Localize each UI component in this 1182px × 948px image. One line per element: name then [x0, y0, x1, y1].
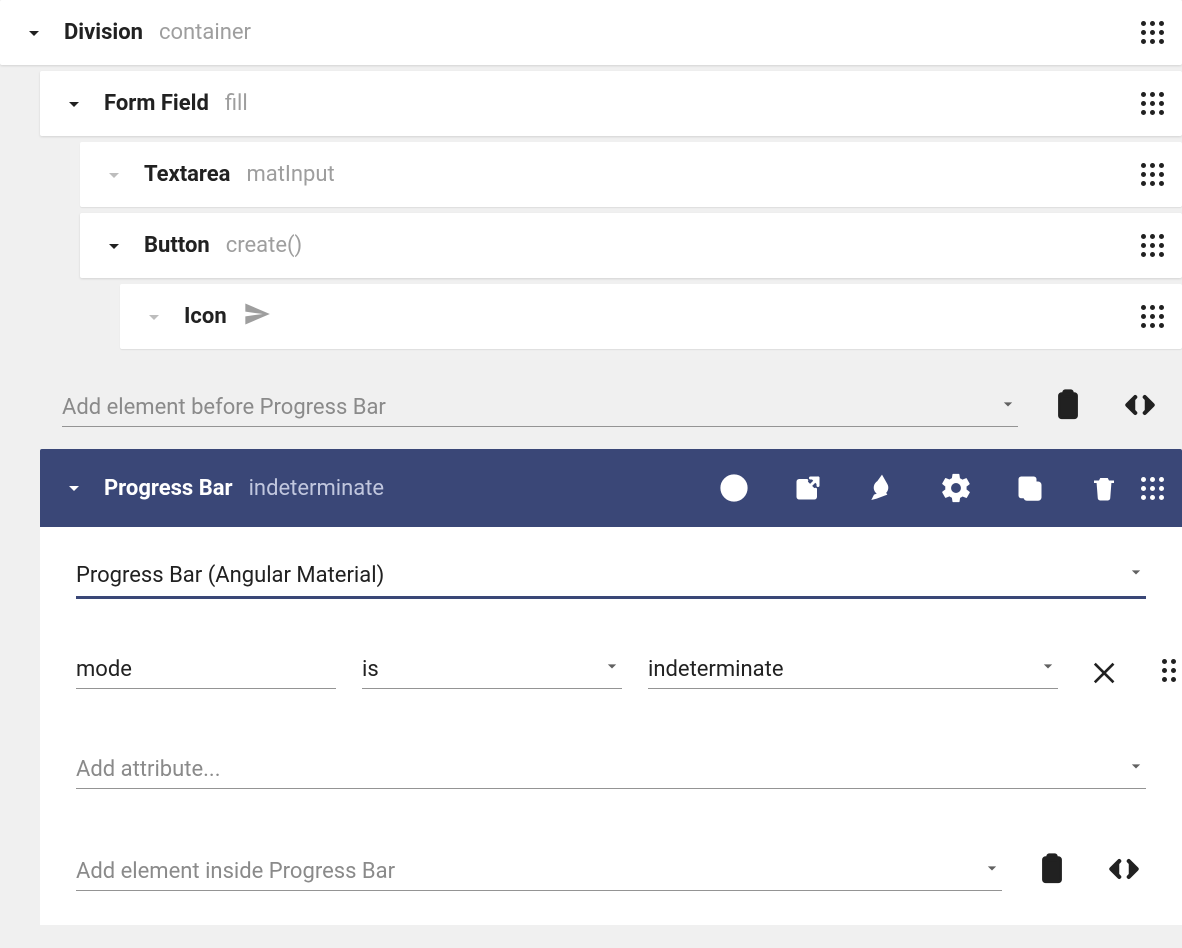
copy-button[interactable]	[1008, 466, 1052, 510]
node-subtitle: container	[159, 20, 251, 45]
node-textarea[interactable]: Textarea matInput	[80, 142, 1182, 207]
remove-attribute-button[interactable]	[1090, 655, 1122, 691]
code-button[interactable]	[1118, 383, 1162, 427]
drag-handle-icon[interactable]	[1140, 163, 1164, 187]
node-subtitle: matInput	[246, 162, 334, 187]
selected-node-header[interactable]: Progress Bar indeterminate	[40, 449, 1182, 527]
settings-button[interactable]	[934, 466, 978, 510]
attribute-value-value: indeterminate	[648, 657, 784, 682]
add-attribute-placeholder: Add attribute...	[76, 757, 221, 782]
help-button[interactable]	[712, 466, 756, 510]
attribute-name-input[interactable]: mode	[76, 645, 336, 689]
caret-down-icon	[602, 656, 622, 682]
add-element-before-input[interactable]: Add element before Progress Bar	[62, 383, 1018, 427]
chevron-down-icon[interactable]	[62, 92, 86, 116]
node-subtitle: create()	[226, 233, 302, 258]
node-title: Button	[144, 233, 210, 258]
component-selector[interactable]: Progress Bar (Angular Material)	[76, 555, 1146, 599]
drag-handle-icon[interactable]	[1140, 21, 1164, 45]
node-button[interactable]: Button create()	[80, 213, 1182, 278]
paste-button[interactable]	[1046, 383, 1090, 427]
node-title: Division	[64, 20, 143, 45]
node-title: Icon	[184, 304, 227, 329]
drag-handle-icon[interactable]	[1140, 234, 1164, 258]
add-element-before-placeholder: Add element before Progress Bar	[62, 395, 386, 420]
open-in-new-button[interactable]	[786, 466, 830, 510]
selected-title: Progress Bar	[104, 476, 233, 501]
selected-subtitle: indeterminate	[249, 476, 385, 501]
drag-handle-icon[interactable]	[1140, 92, 1164, 116]
chevron-down-icon[interactable]	[142, 305, 166, 329]
node-title: Form Field	[104, 91, 209, 116]
add-element-before-row: Add element before Progress Bar	[62, 383, 1162, 427]
chevron-down-icon[interactable]	[102, 163, 126, 187]
node-title: Textarea	[144, 162, 230, 187]
drag-handle-icon[interactable]	[1162, 659, 1176, 689]
drag-handle-icon[interactable]	[1140, 305, 1164, 329]
node-subtitle: fill	[225, 91, 248, 116]
node-division[interactable]: Division container	[0, 0, 1182, 65]
caret-down-icon	[982, 858, 1002, 884]
node-form-field[interactable]: Form Field fill	[40, 71, 1182, 136]
component-selector-value: Progress Bar (Angular Material)	[76, 563, 384, 588]
chevron-down-icon[interactable]	[22, 21, 46, 45]
style-button[interactable]	[860, 466, 904, 510]
attribute-operator-value: is	[362, 657, 379, 682]
send-icon	[243, 300, 271, 334]
add-attribute-input[interactable]: Add attribute...	[76, 745, 1146, 789]
attribute-value-select[interactable]: indeterminate	[648, 645, 1058, 689]
attribute-name-value: mode	[76, 657, 132, 682]
caret-down-icon	[998, 394, 1018, 420]
caret-down-icon	[1126, 756, 1146, 782]
node-icon[interactable]: Icon	[120, 284, 1182, 349]
chevron-down-icon[interactable]	[62, 476, 86, 500]
chevron-down-icon[interactable]	[102, 234, 126, 258]
attribute-row: mode is indeterminate	[76, 645, 1146, 689]
add-element-inside-row: Add element inside Progress Bar	[76, 847, 1146, 891]
drag-handle-icon[interactable]	[1140, 476, 1164, 500]
attribute-operator-select[interactable]: is	[362, 645, 622, 689]
properties-panel: Progress Bar (Angular Material) mode is …	[40, 527, 1182, 925]
caret-down-icon	[1126, 562, 1146, 588]
add-element-inside-placeholder: Add element inside Progress Bar	[76, 859, 395, 884]
delete-button[interactable]	[1082, 466, 1126, 510]
paste-button[interactable]	[1030, 847, 1074, 891]
add-element-inside-input[interactable]: Add element inside Progress Bar	[76, 847, 1002, 891]
code-button[interactable]	[1102, 847, 1146, 891]
caret-down-icon	[1038, 656, 1058, 682]
